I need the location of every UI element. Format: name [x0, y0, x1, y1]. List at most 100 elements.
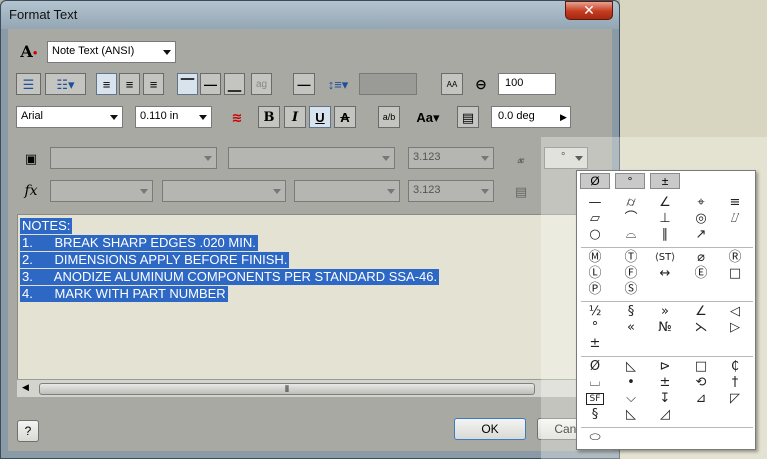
bold-button[interactable]: B [258, 106, 280, 128]
text-color-icon[interactable]: ≋ [226, 106, 248, 128]
fit-text-button[interactable]: AA [441, 73, 463, 95]
numbering-button[interactable]: ☷▾ [45, 73, 86, 95]
property-type-select[interactable] [162, 180, 286, 202]
mmc-symbol[interactable]: Ⓜ [583, 250, 607, 266]
between-symbol[interactable]: ↔ [653, 266, 677, 282]
parameter-select[interactable] [228, 147, 395, 169]
bullets-button[interactable]: ☰ [16, 73, 41, 95]
scroll-left-icon[interactable]: ◀ [22, 382, 29, 393]
line-spacing-value[interactable] [359, 73, 417, 95]
depth-symbol[interactable]: ↧ [653, 391, 677, 407]
straightness-symbol[interactable]: — [583, 195, 607, 211]
free-state-symbol[interactable]: Ⓕ [619, 266, 643, 282]
section-alt-symbol[interactable]: § [583, 407, 607, 423]
profile-line-symbol[interactable]: ⌒ [619, 211, 643, 227]
square-symbol[interactable]: □ [689, 359, 713, 375]
cylindricity-symbol[interactable]: ⌭ [619, 195, 643, 211]
font-size-select[interactable]: 0.110 in [135, 106, 212, 128]
centerline-symbol[interactable]: ₵ [723, 359, 747, 375]
arrow-flag-symbol[interactable]: ◸ [723, 391, 747, 407]
position-symbol[interactable]: ⌖ [689, 195, 713, 211]
guillemet-left-symbol[interactable]: « [619, 320, 643, 336]
degree-tab[interactable]: ° [615, 173, 645, 189]
slope-symbol[interactable]: ⋋ [689, 320, 713, 336]
font-select[interactable]: Arial [16, 106, 123, 128]
horizontal-scrollbar[interactable]: ◀ ⦀ [17, 379, 604, 397]
align-left-button[interactable]: ≡ [96, 73, 117, 95]
section-symbol[interactable]: § [619, 304, 643, 320]
angularity-symbol[interactable]: ∠ [653, 195, 677, 211]
counterbore-symbol[interactable]: ⌴ [583, 375, 607, 391]
conical-taper-symbol[interactable]: ⊳ [653, 359, 677, 375]
projected-symbol[interactable]: Ⓟ [583, 282, 607, 298]
more-symbols-icon[interactable]: ⬭ [583, 430, 607, 446]
slope-triangle-symbol[interactable]: ◺ [619, 407, 643, 423]
plus-minus-alt-symbol[interactable]: ± [653, 375, 677, 391]
profile-surface-symbol[interactable]: ⌓ [619, 227, 643, 243]
parameter-source-select[interactable] [50, 147, 217, 169]
stack-button[interactable]: a/b [378, 106, 400, 128]
stretch-input[interactable]: 100 [498, 73, 556, 95]
property-select[interactable] [294, 180, 400, 202]
concentricity-symbol[interactable]: ◎ [689, 211, 713, 227]
dot-symbol[interactable]: • [619, 375, 643, 391]
regardless-symbol[interactable]: Ⓡ [723, 250, 747, 266]
diameter-tab[interactable]: Ø [580, 173, 610, 189]
add-property-button[interactable]: ▤ [510, 180, 532, 202]
circularity-symbol[interactable]: ○ [583, 227, 607, 243]
help-button[interactable]: ? [17, 420, 39, 442]
rfs-symbol[interactable]: Ⓢ [619, 282, 643, 298]
underline-button[interactable]: U [309, 106, 331, 128]
case-change-button[interactable]: Aa▾ [413, 106, 443, 128]
align-top-button[interactable]: ⎺ [177, 73, 198, 95]
diameter-symbol[interactable]: ⌀ [689, 250, 713, 266]
runout-symbol[interactable]: ↗ [689, 227, 713, 243]
perpendicularity-symbol[interactable]: ⊥ [653, 211, 677, 227]
line-button[interactable]: — [293, 73, 315, 95]
scroll-thumb[interactable]: ⦀ [39, 383, 535, 395]
text-case-button[interactable]: ag [251, 73, 272, 95]
plus-minus-tab[interactable]: ± [650, 173, 680, 189]
property-precision-select[interactable]: 3.123 [408, 180, 494, 202]
basic-box-symbol[interactable]: □ [723, 266, 747, 282]
statistical-symbol[interactable]: ⟨ST⟩ [653, 250, 677, 266]
tangent-plane-symbol[interactable]: Ⓣ [619, 250, 643, 266]
taper-symbol[interactable]: ◺ [619, 359, 643, 375]
add-parameter-button[interactable]: 𝓍 [510, 147, 532, 169]
angle-symbol[interactable]: ∠ [689, 304, 713, 320]
flatness-symbol[interactable]: ▱ [583, 211, 607, 227]
strikethrough-button[interactable]: A [334, 106, 356, 128]
rotation-arrow[interactable]: ▶ [556, 106, 571, 128]
line-spacing-button[interactable]: ↕≡▾ [323, 73, 353, 95]
spotface-symbol[interactable]: ⟲ [689, 375, 713, 391]
countersink-symbol[interactable]: ⌵ [619, 391, 643, 407]
parallelism-symbol[interactable]: ∥ [653, 227, 677, 243]
envelope-symbol[interactable]: Ⓔ [689, 266, 713, 282]
precision-select[interactable]: 3.123 [408, 147, 494, 169]
text-style-select[interactable]: Note Text (ANSI) [47, 41, 176, 63]
italic-button[interactable]: I [284, 106, 306, 128]
triangle-right-symbol[interactable]: ▷ [723, 320, 747, 336]
flag-symbol[interactable]: ⊿ [689, 391, 713, 407]
align-middle-button[interactable]: — [200, 73, 221, 95]
plus-minus-symbol[interactable]: ± [583, 336, 607, 352]
guillemet-right-symbol[interactable]: » [653, 304, 677, 320]
numero-symbol[interactable]: № [653, 320, 677, 336]
diameter-alt-symbol[interactable]: Ø [583, 359, 607, 375]
lmc-symbol[interactable]: Ⓛ [583, 266, 607, 282]
half-symbol[interactable]: ½ [583, 304, 607, 320]
small-degree-symbol[interactable]: ° [583, 320, 607, 336]
align-bottom-button[interactable]: ⎽ [224, 73, 245, 95]
symmetry-symbol[interactable]: ≡ [723, 195, 747, 211]
text-editor[interactable]: NOTES: 1. BREAK SHARP EDGES .020 MIN. 2.… [17, 214, 604, 397]
oblique-button[interactable]: ▤ [457, 106, 479, 128]
align-right-button[interactable]: ≡ [143, 73, 164, 95]
sf-symbol[interactable]: SF [586, 393, 604, 405]
close-button[interactable]: ✕ [565, 1, 613, 20]
align-center-button[interactable]: ≡ [119, 73, 140, 95]
ok-button[interactable]: OK [454, 418, 526, 440]
total-runout-symbol[interactable]: ⌰ [723, 211, 747, 227]
small-triangle-symbol[interactable]: ◿ [653, 407, 677, 423]
property-source-select[interactable] [50, 180, 153, 202]
dagger-symbol[interactable]: † [723, 375, 747, 391]
